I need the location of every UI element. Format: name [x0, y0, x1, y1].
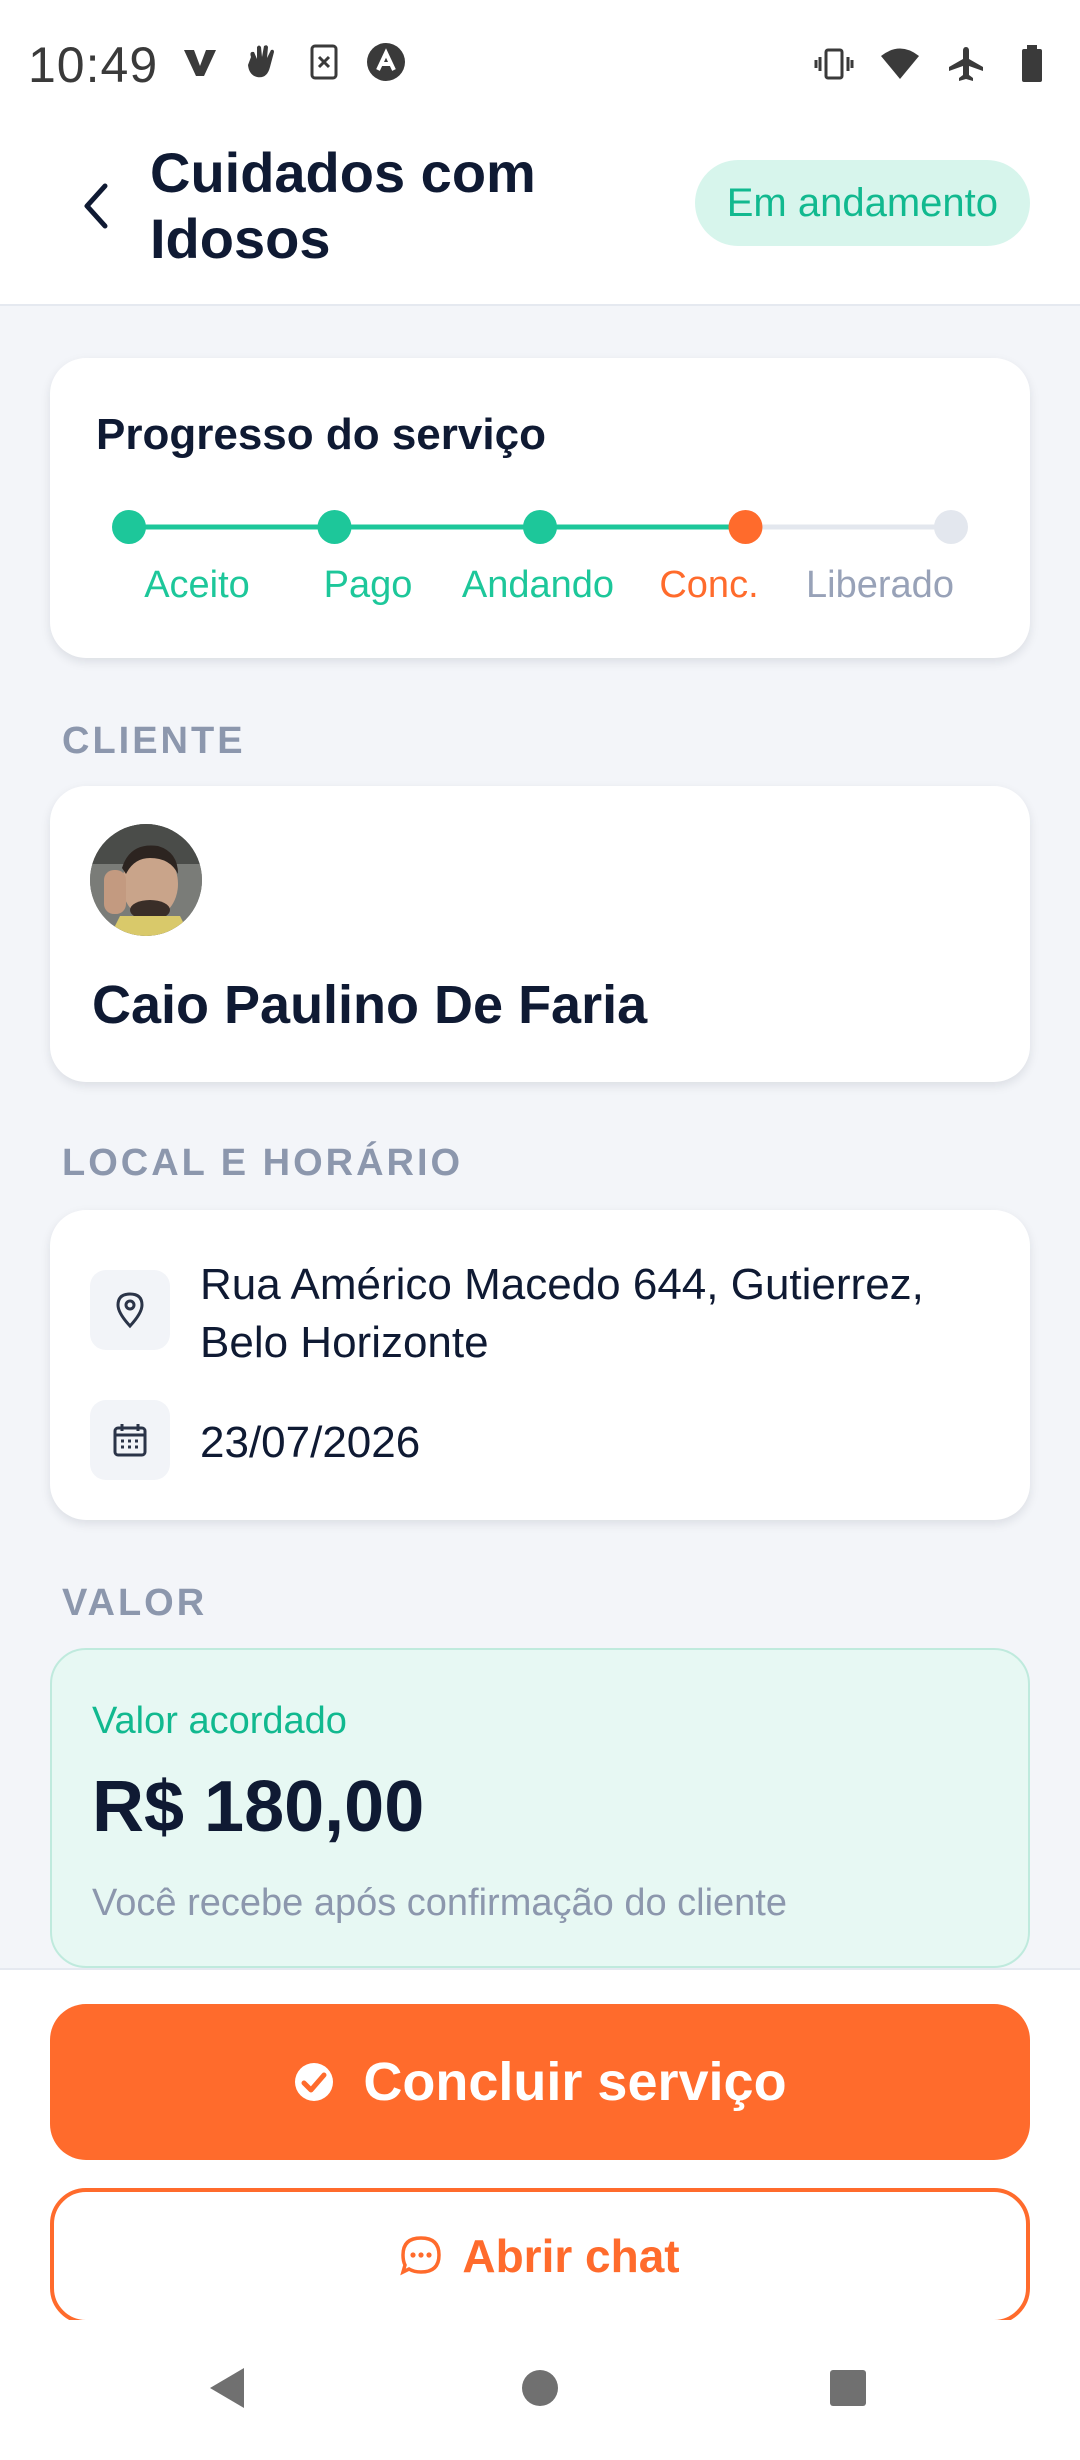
value-section-label: VALOR	[62, 1582, 208, 1624]
location-pin-icon	[90, 1270, 170, 1350]
status-bar: 10:49	[0, 0, 1080, 124]
progress-step-label: Conc.	[659, 564, 759, 606]
triangle-back-icon	[210, 2368, 244, 2408]
back-button[interactable]	[64, 174, 128, 238]
value-note: Você recebe após confirmação do cliente	[92, 1882, 787, 1924]
progress-stepper	[112, 508, 968, 546]
nav-recents-button[interactable]	[808, 2348, 888, 2428]
vibrate-icon	[814, 44, 854, 84]
status-badge: Em andamento	[694, 160, 1030, 246]
avatar-photo-icon	[90, 824, 202, 936]
client-section-label: CLIENTE	[62, 720, 246, 762]
value-amount: R$ 180,00	[92, 1767, 425, 1847]
progress-step-label: Andando	[461, 564, 615, 606]
nav-back-button[interactable]	[188, 2348, 268, 2428]
square-recents-icon	[830, 2370, 866, 2406]
progress-step-dot	[728, 510, 763, 544]
progress-step-labels: Aceito Pago Andando Conc. Liberado	[50, 564, 1030, 624]
app-v-icon	[180, 42, 220, 82]
address-text: Rua Américo Macedo 644, Gutierrez, Belo …	[200, 1260, 924, 1367]
calendar-icon	[90, 1400, 170, 1480]
value-card: Valor acordado R$ 180,00 Você recebe apó…	[50, 1648, 1030, 1968]
hand-icon	[242, 42, 282, 82]
status-time: 10:49	[28, 37, 159, 93]
blocked-file-icon	[304, 42, 344, 82]
app-header: Cuidados com Idosos Em andamento	[0, 124, 1080, 306]
progress-title: Progresso do serviço	[96, 410, 546, 459]
chevron-left-icon	[84, 183, 108, 229]
wifi-icon	[880, 44, 920, 84]
complete-service-label: Concluir serviço	[363, 2052, 787, 2112]
battery-icon	[1012, 44, 1052, 84]
client-name: Caio Paulino De Faria	[92, 975, 648, 1035]
progress-step-dot	[317, 510, 352, 544]
progress-step-label: Pago	[323, 564, 413, 606]
chat-bubble-icon	[400, 2236, 442, 2276]
airplane-icon	[946, 44, 986, 84]
client-card[interactable]: Caio Paulino De Faria	[50, 786, 1030, 1082]
page-title: Cuidados com Idosos	[150, 141, 536, 270]
check-badge-icon	[295, 2063, 334, 2101]
bottom-action-panel: Concluir serviço Abrir chat	[0, 1968, 1080, 2324]
app-a-icon	[366, 42, 406, 82]
progress-step-dot	[934, 510, 968, 544]
system-icons	[814, 44, 1052, 84]
progress-step-dot	[112, 510, 146, 544]
open-chat-label: Abrir chat	[462, 2230, 680, 2282]
location-card: Rua Américo Macedo 644, Gutierrez, Belo …	[50, 1210, 1030, 1520]
location-section-label: LOCAL E HORÁRIO	[62, 1142, 464, 1184]
system-nav-bar	[0, 2320, 1080, 2460]
notification-icons	[180, 42, 406, 82]
circle-home-icon	[522, 2370, 558, 2406]
progress-step-label: Liberado	[806, 564, 954, 606]
open-chat-button[interactable]: Abrir chat	[50, 2188, 1030, 2324]
progress-step-label: Aceito	[144, 564, 250, 606]
date-text: 23/07/2026	[200, 1418, 421, 1467]
nav-home-button[interactable]	[500, 2348, 580, 2428]
complete-service-button[interactable]: Concluir serviço	[50, 2004, 1030, 2160]
value-caption: Valor acordado	[92, 1700, 347, 1742]
avatar	[90, 824, 202, 936]
progress-card: Progresso do serviço Aceito Pago Andando Co…	[50, 358, 1030, 658]
progress-step-dot	[523, 510, 557, 544]
